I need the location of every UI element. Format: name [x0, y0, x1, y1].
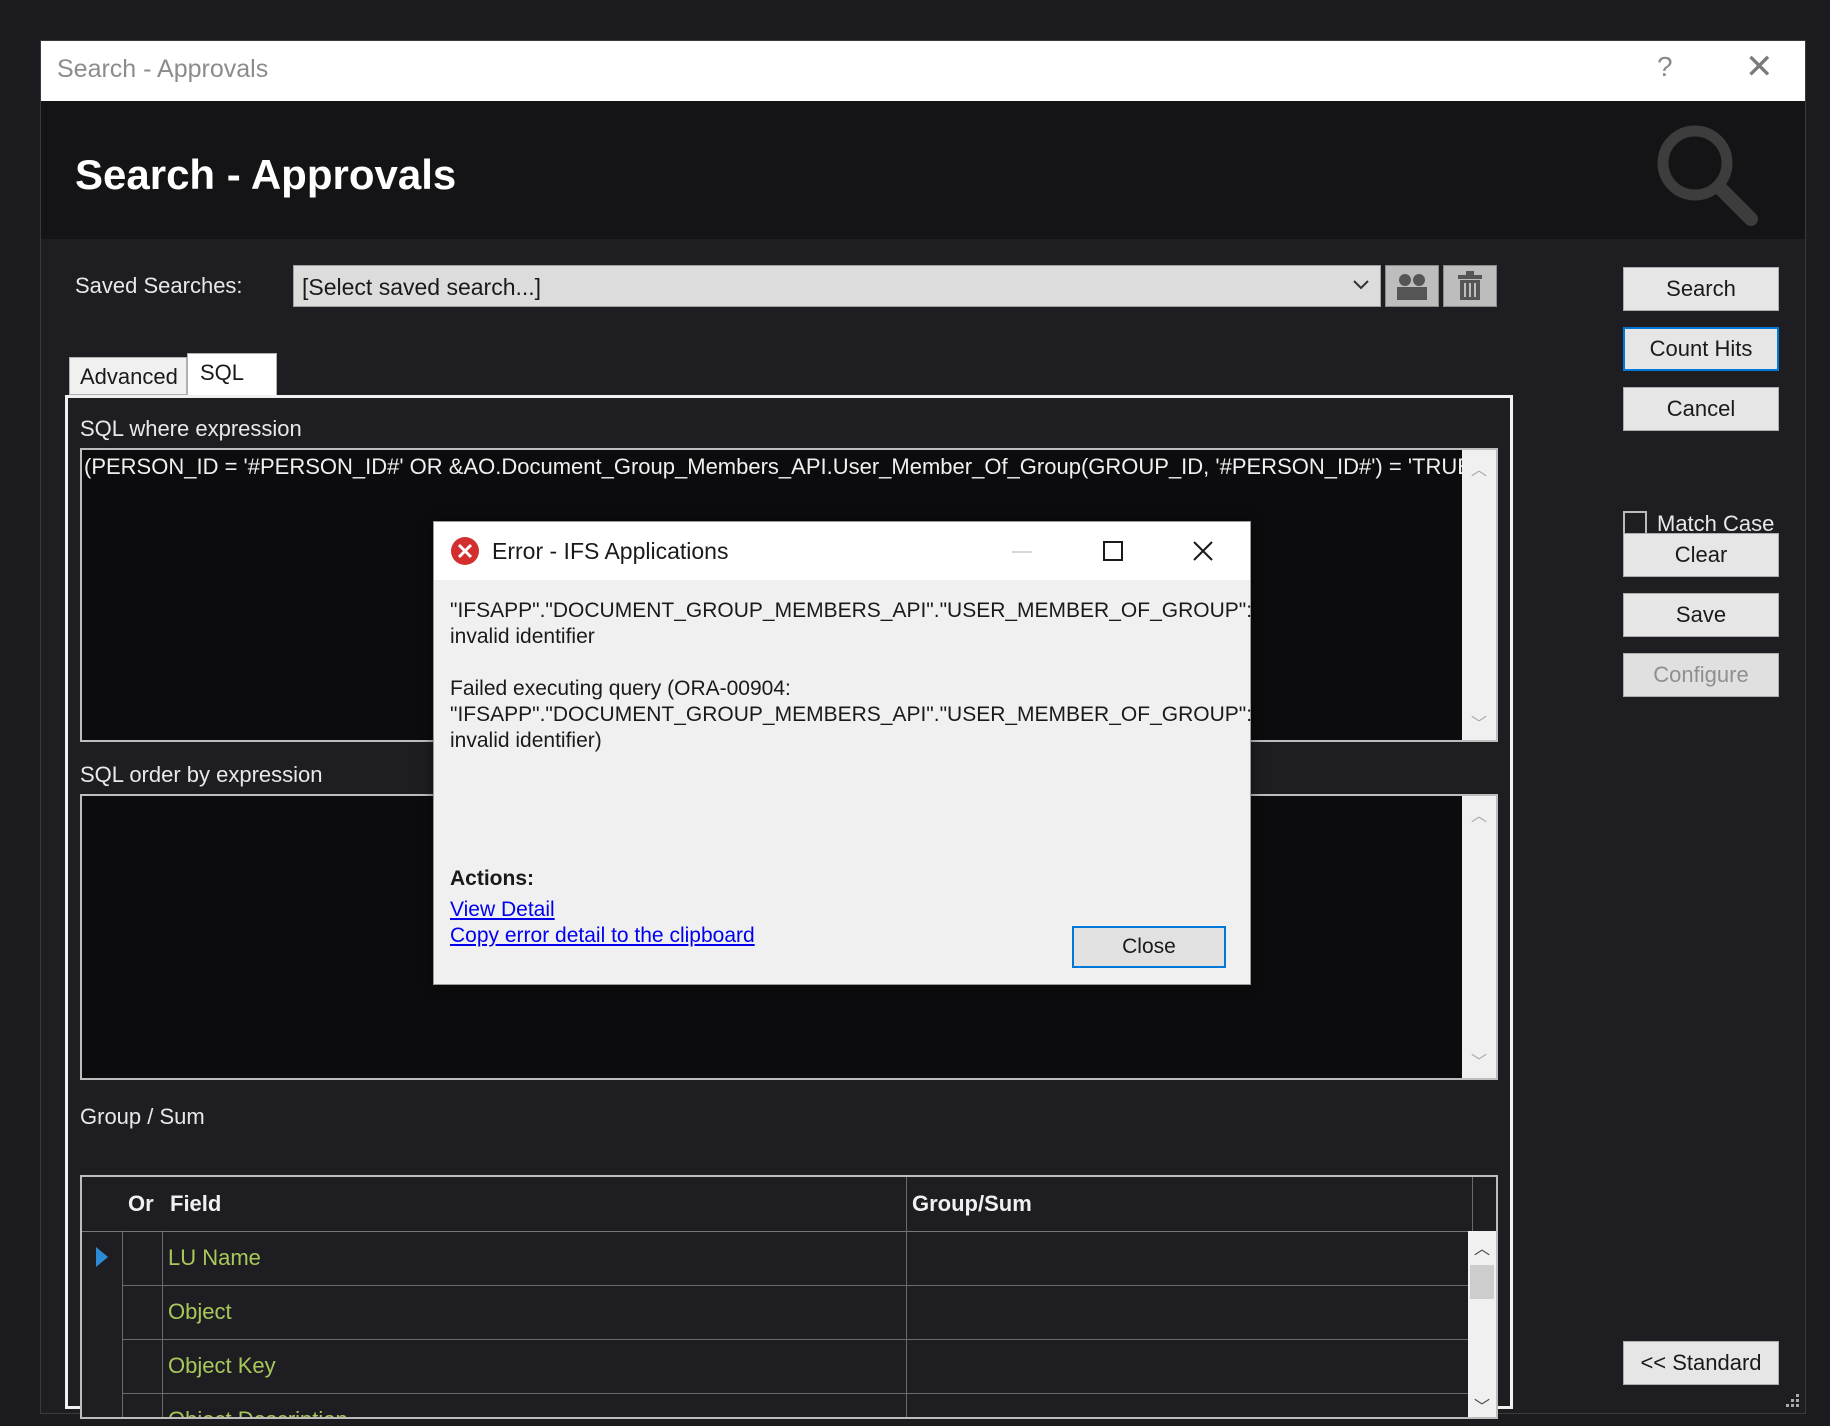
scroll-up-icon[interactable]: ︿ — [1471, 802, 1487, 826]
column-header-or[interactable]: Or — [128, 1191, 154, 1217]
help-button[interactable]: ? — [1657, 51, 1673, 83]
scroll-down-icon[interactable]: ﹀ — [1474, 1393, 1490, 1417]
dialog-close-button[interactable]: Close — [1072, 926, 1226, 968]
close-icon[interactable] — [1192, 540, 1214, 562]
saved-searches-dropdown[interactable]: [Select saved search...] — [293, 265, 1381, 307]
row-field: Object Description — [168, 1407, 348, 1417]
title-bar: Search - Approvals ? ✕ — [41, 41, 1805, 101]
saved-searches-label: Saved Searches: — [75, 273, 243, 298]
error-message-line: invalid identifier — [450, 625, 595, 648]
error-icon — [451, 537, 479, 565]
sql-where-label: SQL where expression — [80, 416, 302, 441]
scroll-up-icon[interactable]: ︿ — [1474, 1235, 1490, 1259]
row-field: Object Key — [168, 1353, 276, 1378]
table-row[interactable]: Object Description — [82, 1393, 1472, 1417]
table-row[interactable]: LU Name — [82, 1231, 1472, 1285]
count-hits-button[interactable]: Count Hits — [1623, 327, 1779, 371]
group-sum-grid: Or Field Group/Sum LU Name Object Object… — [80, 1175, 1498, 1419]
dialog-title-bar: Error - IFS Applications — [434, 522, 1250, 580]
error-message-line: Failed executing query (ORA-00904: — [450, 677, 791, 700]
row-field: Object — [168, 1299, 232, 1324]
sql-orderby-scrollbar[interactable]: ︿ ﹀ — [1462, 796, 1496, 1078]
row-field: LU Name — [168, 1245, 261, 1270]
view-detail-link[interactable]: View Detail — [450, 898, 555, 922]
scrollbar-thumb[interactable] — [1470, 1265, 1494, 1299]
sql-where-scrollbar[interactable]: ︿ ﹀ — [1462, 450, 1496, 740]
cancel-button[interactable]: Cancel — [1623, 387, 1779, 431]
page-title: Search - Approvals — [75, 151, 457, 198]
tab-advanced[interactable]: Advanced — [69, 357, 187, 395]
users-icon — [1397, 274, 1427, 300]
column-header-field[interactable]: Field — [170, 1191, 221, 1217]
search-button[interactable]: Search — [1623, 267, 1779, 311]
save-button[interactable]: Save — [1623, 593, 1779, 637]
page-header: Search - Approvals — [41, 101, 1805, 239]
share-search-button[interactable] — [1385, 265, 1439, 307]
column-header-group-sum[interactable]: Group/Sum — [912, 1191, 1032, 1217]
resize-grip-icon[interactable] — [1783, 1391, 1801, 1409]
delete-search-button[interactable] — [1443, 265, 1497, 307]
dialog-title: Error - IFS Applications — [492, 538, 729, 564]
magnifier-icon — [1657, 125, 1758, 226]
clear-button[interactable]: Clear — [1623, 533, 1779, 577]
tab-sql[interactable]: SQL — [187, 353, 277, 397]
copy-error-detail-link[interactable]: Copy error detail to the clipboard — [450, 924, 755, 948]
table-row[interactable]: Object Key — [82, 1339, 1472, 1393]
window-close-button[interactable]: ✕ — [1745, 47, 1774, 87]
trash-icon — [1458, 271, 1482, 300]
grid-header: Or Field Group/Sum — [82, 1177, 1496, 1232]
maximize-icon[interactable] — [1102, 540, 1124, 562]
standard-mode-button[interactable]: << Standard — [1623, 1341, 1779, 1385]
error-message-line: invalid identifier) — [450, 729, 602, 752]
group-sum-label: Group / Sum — [80, 1104, 205, 1129]
grid-scrollbar[interactable]: ︿ ﹀ — [1468, 1231, 1496, 1417]
error-message-line: "IFSAPP"."DOCUMENT_GROUP_MEMBERS_API"."U… — [450, 599, 1253, 622]
configure-button[interactable]: Configure — [1623, 653, 1779, 697]
saved-searches-value: [Select saved search...] — [302, 274, 542, 300]
scroll-up-icon[interactable]: ︿ — [1471, 456, 1487, 480]
error-dialog: Error - IFS Applications "IFSAPP"."DOCUM… — [433, 521, 1253, 985]
actions-label: Actions: — [450, 867, 534, 890]
match-case-checkbox[interactable] — [1623, 511, 1647, 535]
scroll-down-icon[interactable]: ﹀ — [1471, 710, 1487, 734]
minimize-icon[interactable] — [1010, 542, 1034, 562]
chevron-down-icon — [1353, 280, 1369, 290]
sql-where-value: (PERSON_ID = '#PERSON_ID#' OR &AO.Docume… — [84, 454, 1484, 479]
window-title: Search - Approvals — [57, 55, 269, 83]
scroll-down-icon[interactable]: ﹀ — [1471, 1048, 1487, 1072]
error-message-line: "IFSAPP"."DOCUMENT_GROUP_MEMBERS_API"."U… — [450, 703, 1253, 726]
table-row[interactable]: Object — [82, 1285, 1472, 1339]
sql-orderby-label: SQL order by expression — [80, 762, 323, 787]
